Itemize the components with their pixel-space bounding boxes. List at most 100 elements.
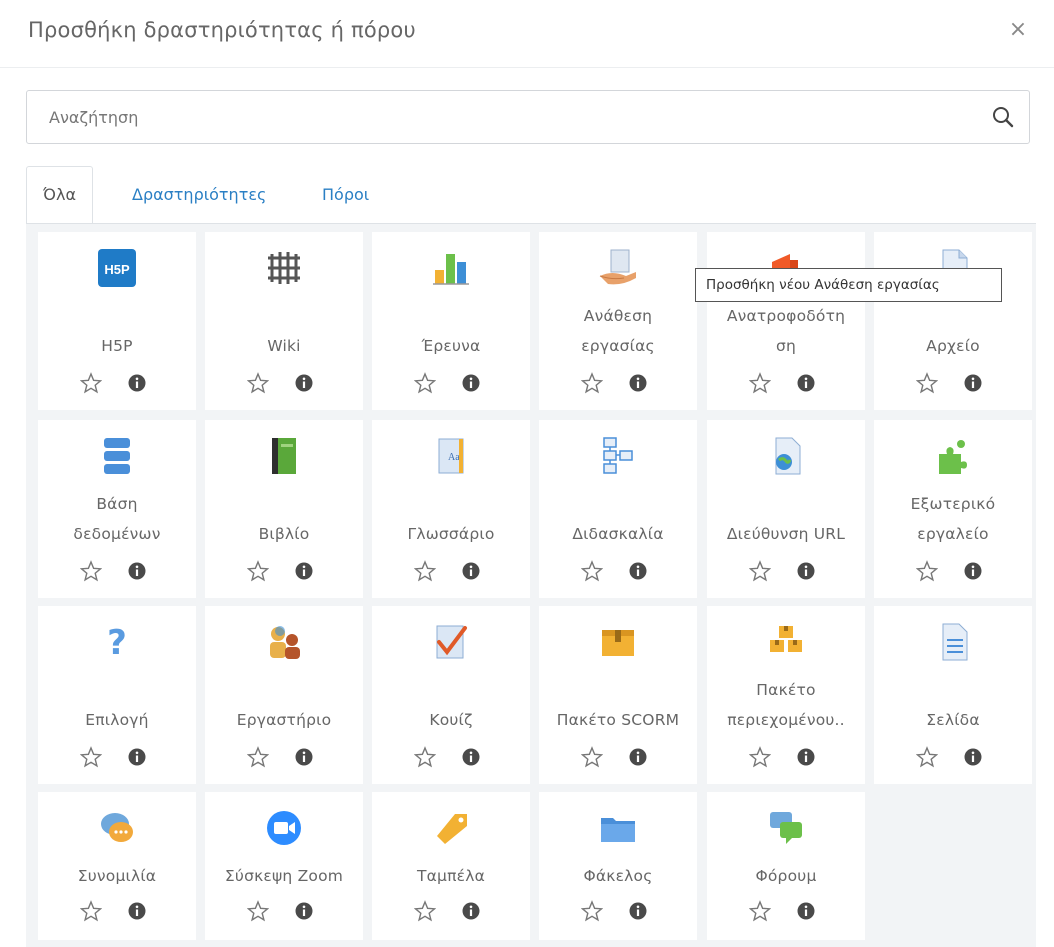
module-card[interactable]: Πακέτο SCORM <box>539 606 697 784</box>
module-actions <box>539 372 697 398</box>
module-card[interactable]: Έρευνα <box>372 232 530 410</box>
module-card[interactable]: Εξωτερικό εργαλείο <box>874 420 1032 598</box>
star-icon[interactable] <box>580 900 604 922</box>
module-card[interactable]: Εργαστήριο <box>205 606 363 784</box>
workshop-icon <box>205 620 363 664</box>
module-card[interactable]: Σύσκεψη Zoom <box>205 792 363 940</box>
module-actions <box>372 746 530 772</box>
info-icon[interactable] <box>629 902 647 920</box>
info-icon[interactable] <box>295 748 313 766</box>
star-icon[interactable] <box>748 900 772 922</box>
search-icon[interactable] <box>991 105 1015 129</box>
info-icon[interactable] <box>462 748 480 766</box>
star-icon[interactable] <box>580 372 604 394</box>
module-card[interactable]: Διεύθυνση URL <box>707 420 865 598</box>
star-icon[interactable] <box>79 372 103 394</box>
info-icon[interactable] <box>128 562 146 580</box>
module-actions <box>874 560 1032 586</box>
info-icon[interactable] <box>462 374 480 392</box>
star-icon[interactable] <box>580 746 604 768</box>
module-card[interactable]: Αρχείο <box>874 232 1032 410</box>
star-icon[interactable] <box>915 560 939 582</box>
star-icon[interactable] <box>748 372 772 394</box>
star-icon[interactable] <box>246 746 270 768</box>
info-icon[interactable] <box>295 902 313 920</box>
module-actions <box>38 372 196 398</box>
zoom-icon <box>205 806 363 850</box>
tab-all[interactable]: Όλα <box>26 166 94 224</box>
info-icon[interactable] <box>462 562 480 580</box>
search-input[interactable] <box>27 91 967 143</box>
module-card[interactable]: Βάση δεδομένων <box>38 420 196 598</box>
module-card[interactable]: Διδασκαλία <box>539 420 697 598</box>
module-label: Φόρουμ <box>755 867 817 885</box>
chat-icon <box>38 806 196 850</box>
svg-text:H5P: H5P <box>104 262 130 277</box>
module-label: H5P <box>101 337 133 355</box>
info-icon[interactable] <box>797 902 815 920</box>
info-icon[interactable] <box>629 748 647 766</box>
module-card[interactable]: Πακέτο περιεχομένου.. <box>707 606 865 784</box>
info-icon[interactable] <box>964 562 982 580</box>
star-icon[interactable] <box>79 560 103 582</box>
info-icon[interactable] <box>128 748 146 766</box>
star-icon[interactable] <box>748 560 772 582</box>
module-card[interactable]: Ανάθεση εργασίας <box>539 232 697 410</box>
h5p-icon: H5P <box>38 246 196 290</box>
module-actions <box>874 746 1032 772</box>
star-icon[interactable] <box>413 560 437 582</box>
module-actions <box>874 372 1032 398</box>
module-card[interactable]: Κουίζ <box>372 606 530 784</box>
info-icon[interactable] <box>797 562 815 580</box>
module-label: Γλωσσάριο <box>407 525 495 543</box>
module-card[interactable]: Φάκελος <box>539 792 697 940</box>
info-icon[interactable] <box>629 374 647 392</box>
module-card[interactable]: Ανατροφοδότη ση <box>707 232 865 410</box>
module-label: Επιλογή <box>85 711 149 729</box>
star-icon[interactable] <box>413 900 437 922</box>
folder-icon <box>539 806 697 850</box>
info-icon[interactable] <box>462 902 480 920</box>
module-actions <box>38 746 196 772</box>
star-icon[interactable] <box>246 900 270 922</box>
module-card[interactable]: ? Επιλογή <box>38 606 196 784</box>
module-actions <box>707 372 865 398</box>
close-button[interactable]: × <box>1004 16 1032 44</box>
star-icon[interactable] <box>246 560 270 582</box>
star-icon[interactable] <box>79 746 103 768</box>
star-icon[interactable] <box>246 372 270 394</box>
info-icon[interactable] <box>295 562 313 580</box>
module-label: περιεχομένου.. <box>727 711 845 729</box>
info-icon[interactable] <box>128 902 146 920</box>
tab-resources[interactable]: Πόροι <box>306 166 385 224</box>
star-icon[interactable] <box>915 746 939 768</box>
info-icon[interactable] <box>295 374 313 392</box>
star-icon[interactable] <box>79 900 103 922</box>
module-card[interactable]: Βιβλίο <box>205 420 363 598</box>
modal-header: Προσθήκη δραστηριότητας ή πόρου × <box>0 0 1054 68</box>
info-icon[interactable] <box>797 748 815 766</box>
star-icon[interactable] <box>915 372 939 394</box>
module-card[interactable]: Σελίδα <box>874 606 1032 784</box>
info-icon[interactable] <box>964 374 982 392</box>
star-icon[interactable] <box>413 372 437 394</box>
module-label: Πακέτο SCORM <box>556 711 680 729</box>
module-card[interactable]: Aa Γλωσσάριο <box>372 420 530 598</box>
module-card[interactable]: Ταμπέλα <box>372 792 530 940</box>
star-icon[interactable] <box>413 746 437 768</box>
info-icon[interactable] <box>797 374 815 392</box>
module-card[interactable]: Συνομιλία <box>38 792 196 940</box>
module-card[interactable]: Φόρουμ <box>707 792 865 940</box>
star-icon[interactable] <box>580 560 604 582</box>
search-box <box>26 90 1030 144</box>
module-actions <box>38 560 196 586</box>
svg-text:Aa: Aa <box>448 452 460 463</box>
module-card[interactable]: H5P H5P <box>38 232 196 410</box>
module-card[interactable]: Wiki <box>205 232 363 410</box>
info-icon[interactable] <box>964 748 982 766</box>
module-actions <box>205 746 363 772</box>
star-icon[interactable] <box>748 746 772 768</box>
info-icon[interactable] <box>629 562 647 580</box>
tab-activities[interactable]: Δραστηριότητες <box>116 166 282 224</box>
info-icon[interactable] <box>128 374 146 392</box>
